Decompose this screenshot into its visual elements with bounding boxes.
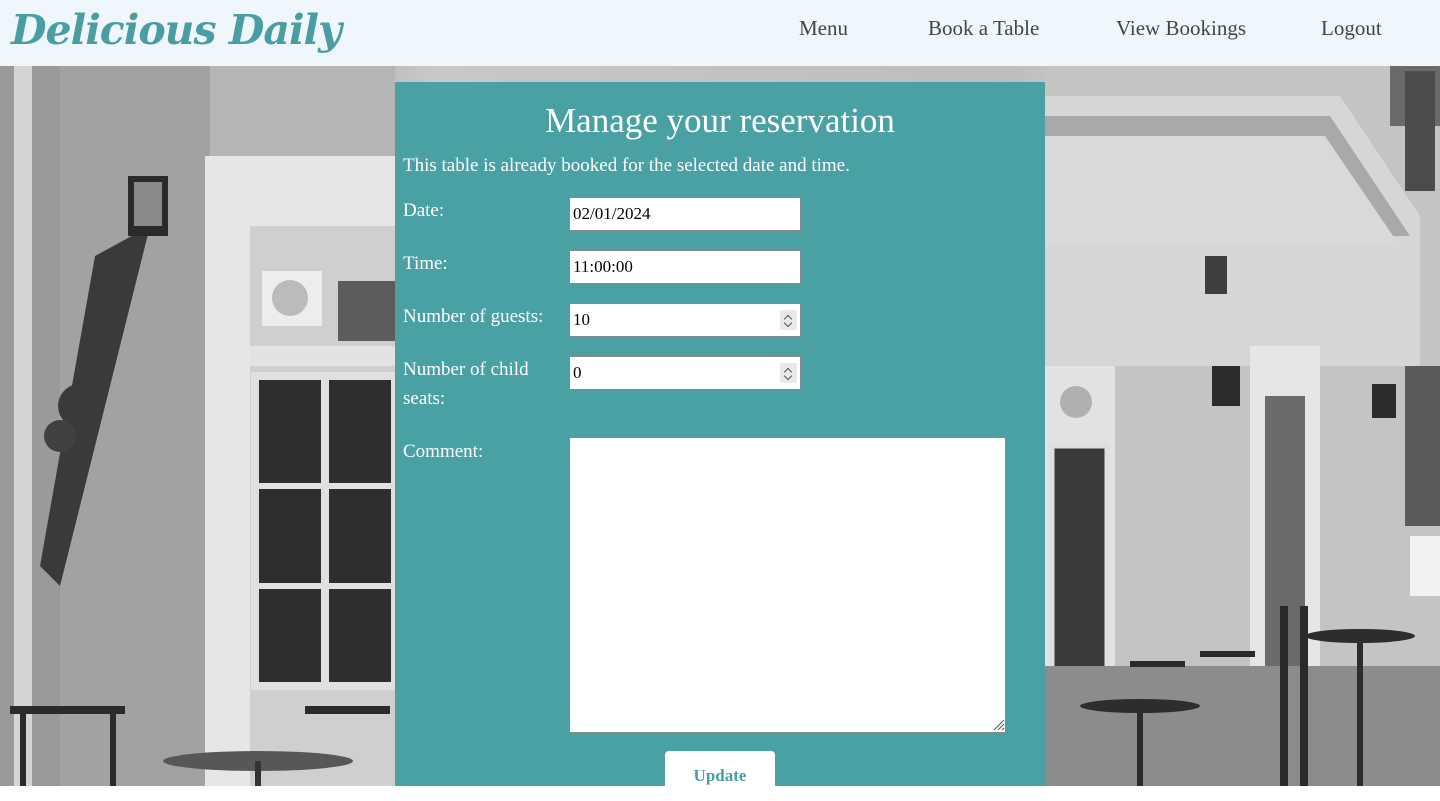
guests-label: Number of guests: [403,306,544,327]
child-seats-label: Number of child seats: [403,359,529,409]
nav-link-book-a-table[interactable]: Book a Table [928,14,1039,42]
spinner-arrows-icon[interactable] [780,363,797,383]
time-label: Time: [403,253,448,274]
spinner-arrows-icon[interactable] [780,310,797,330]
nav-link-view-bookings[interactable]: View Bookings [1116,14,1246,42]
date-input[interactable] [569,197,801,231]
update-button[interactable]: Update [665,751,775,801]
time-input[interactable] [569,250,801,284]
comment-label: Comment: [403,441,484,462]
booking-conflict-message: This table is already booked for the sel… [403,155,850,176]
resize-grip-icon[interactable] [993,719,1005,731]
site-logo[interactable]: Delicious Daily [11,4,342,56]
site-header: Delicious Daily Menu Book a Table View B… [0,0,1440,66]
guests-input[interactable] [569,303,801,337]
nav-link-logout[interactable]: Logout [1321,14,1382,42]
child-seats-stepper[interactable] [569,356,801,390]
reservation-panel: Manage your reservation This table is al… [395,82,1045,801]
nav-link-menu[interactable]: Menu [799,14,848,42]
date-label: Date: [403,200,445,221]
comment-textarea[interactable] [569,437,1006,733]
page-title: Manage your reservation [545,101,895,140]
guests-stepper[interactable] [569,303,801,337]
child-seats-input[interactable] [569,356,801,390]
